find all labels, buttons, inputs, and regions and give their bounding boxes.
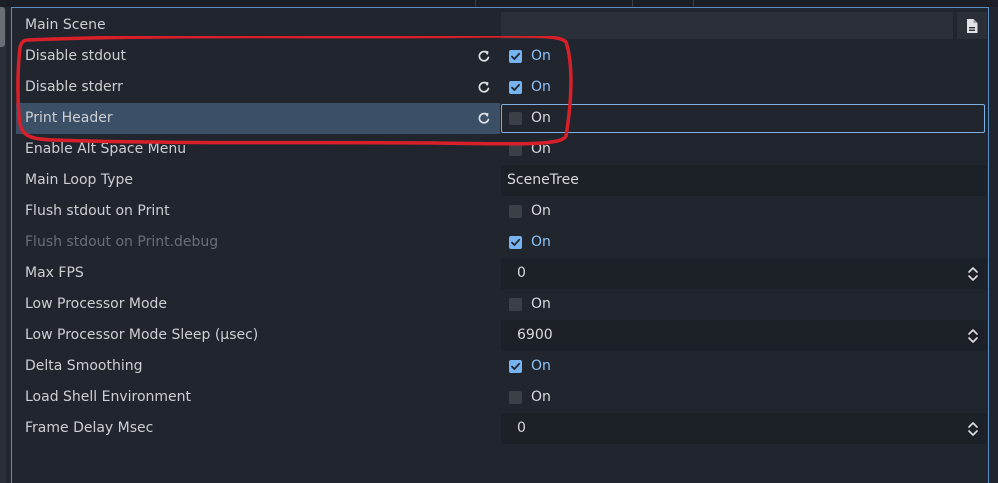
checkbox-label[interactable]: On bbox=[531, 196, 551, 227]
checkbox-label[interactable]: On bbox=[531, 227, 551, 258]
property-row-low-processor-mode-sleep-sec[interactable]: Low Processor Mode Sleep (µsec) 6900 bbox=[12, 320, 988, 351]
file-path-field[interactable] bbox=[501, 12, 953, 39]
property-label: Load Shell Environment bbox=[25, 389, 192, 405]
property-row-print-header[interactable]: Print Header On bbox=[12, 103, 988, 134]
revert-icon[interactable] bbox=[476, 48, 492, 64]
property-label: Disable stderr bbox=[25, 79, 123, 95]
checkbox-label[interactable]: On bbox=[531, 382, 551, 413]
property-value: On bbox=[501, 289, 988, 320]
checkbox-unchecked[interactable] bbox=[509, 205, 522, 218]
property-label: Flush stdout on Print.debug bbox=[25, 234, 219, 250]
number-spinbox[interactable]: 0 bbox=[501, 258, 987, 289]
property-row-flush-stdout-on-print[interactable]: Flush stdout on Print On bbox=[12, 196, 988, 227]
property-label: Frame Delay Msec bbox=[25, 420, 154, 436]
number-spinbox[interactable]: 0 bbox=[501, 413, 987, 444]
property-value: On bbox=[501, 382, 988, 413]
property-value: On bbox=[501, 72, 988, 103]
property-row-frame-delay-msec[interactable]: Frame Delay Msec 0 bbox=[12, 413, 988, 444]
property-value: 0 bbox=[501, 258, 988, 289]
updown-arrows-icon[interactable] bbox=[967, 420, 979, 438]
property-value: On bbox=[501, 196, 988, 227]
browse-file-button[interactable] bbox=[957, 12, 987, 39]
property-label: Flush stdout on Print bbox=[25, 203, 170, 219]
property-label: Low Processor Mode Sleep (µsec) bbox=[25, 327, 259, 343]
updown-arrows-icon[interactable] bbox=[967, 265, 979, 283]
spinbox-value: 0 bbox=[517, 265, 526, 281]
tab-divider bbox=[693, 0, 694, 7]
property-label: Max FPS bbox=[25, 265, 84, 281]
checkbox-unchecked[interactable] bbox=[509, 391, 522, 404]
checkbox-checked[interactable] bbox=[509, 50, 522, 63]
left-scrollbar[interactable] bbox=[0, 7, 6, 483]
property-label: Print Header bbox=[25, 110, 113, 126]
property-value: On bbox=[501, 41, 988, 72]
property-value: 6900 bbox=[501, 320, 988, 351]
checkbox-label[interactable]: On bbox=[531, 289, 551, 320]
property-value: On bbox=[501, 351, 988, 382]
property-value bbox=[501, 10, 988, 41]
property-row-low-processor-mode[interactable]: Low Processor Mode On bbox=[12, 289, 988, 320]
property-value: SceneTree bbox=[501, 165, 988, 196]
property-value: 0 bbox=[501, 413, 988, 444]
property-row-delta-smoothing[interactable]: Delta Smoothing On bbox=[12, 351, 988, 382]
property-label: Main Loop Type bbox=[25, 172, 134, 188]
checkbox-label[interactable]: On bbox=[531, 72, 551, 103]
checkbox-checked[interactable] bbox=[509, 81, 522, 94]
property-row-main-loop-type[interactable]: Main Loop Type SceneTree bbox=[12, 165, 988, 196]
property-value: On bbox=[501, 227, 988, 258]
property-row-load-shell-environment[interactable]: Load Shell Environment On bbox=[12, 382, 988, 413]
property-row-flush-stdout-on-print-debug[interactable]: Flush stdout on Print.debug On bbox=[12, 227, 988, 258]
focus-outline bbox=[501, 104, 985, 133]
property-label: Low Processor Mode bbox=[25, 296, 168, 312]
property-value: On bbox=[501, 103, 988, 134]
property-row-max-fps[interactable]: Max FPS 0 bbox=[12, 258, 988, 289]
number-spinbox[interactable]: 6900 bbox=[501, 320, 987, 351]
checkbox-label[interactable]: On bbox=[531, 134, 551, 165]
property-label: Delta Smoothing bbox=[25, 358, 143, 374]
scrollbar-grabber[interactable] bbox=[0, 7, 5, 47]
property-row-enable-alt-space-menu[interactable]: Enable Alt Space Menu On bbox=[12, 134, 988, 165]
property-row-main-scene[interactable]: Main Scene bbox=[12, 10, 988, 41]
top-tab-strip bbox=[0, 0, 998, 7]
property-row-disable-stderr[interactable]: Disable stderr On bbox=[12, 72, 988, 103]
project-settings-inspector: Main Scene Disable stdout On Disable stderr… bbox=[11, 7, 989, 483]
dropdown-value: SceneTree bbox=[507, 172, 579, 188]
checkbox-checked[interactable] bbox=[509, 360, 522, 373]
updown-arrows-icon[interactable] bbox=[967, 327, 979, 345]
tab-divider bbox=[632, 0, 633, 7]
tab-divider bbox=[475, 0, 476, 7]
property-value: On bbox=[501, 134, 988, 165]
checkbox-unchecked[interactable] bbox=[509, 143, 522, 156]
checkbox-label[interactable]: On bbox=[531, 351, 551, 382]
checkbox-label[interactable]: On bbox=[531, 41, 551, 72]
property-label: Main Scene bbox=[25, 17, 106, 33]
revert-icon[interactable] bbox=[476, 110, 492, 126]
property-label: Enable Alt Space Menu bbox=[25, 141, 187, 157]
checkbox-unchecked[interactable] bbox=[509, 298, 522, 311]
spinbox-value: 6900 bbox=[517, 327, 553, 343]
property-row-disable-stdout[interactable]: Disable stdout On bbox=[12, 41, 988, 72]
checkbox-checked[interactable] bbox=[509, 236, 522, 249]
property-label: Disable stdout bbox=[25, 48, 126, 64]
enum-dropdown[interactable]: SceneTree bbox=[501, 165, 987, 196]
revert-icon[interactable] bbox=[476, 79, 492, 95]
spinbox-value: 0 bbox=[517, 420, 526, 436]
